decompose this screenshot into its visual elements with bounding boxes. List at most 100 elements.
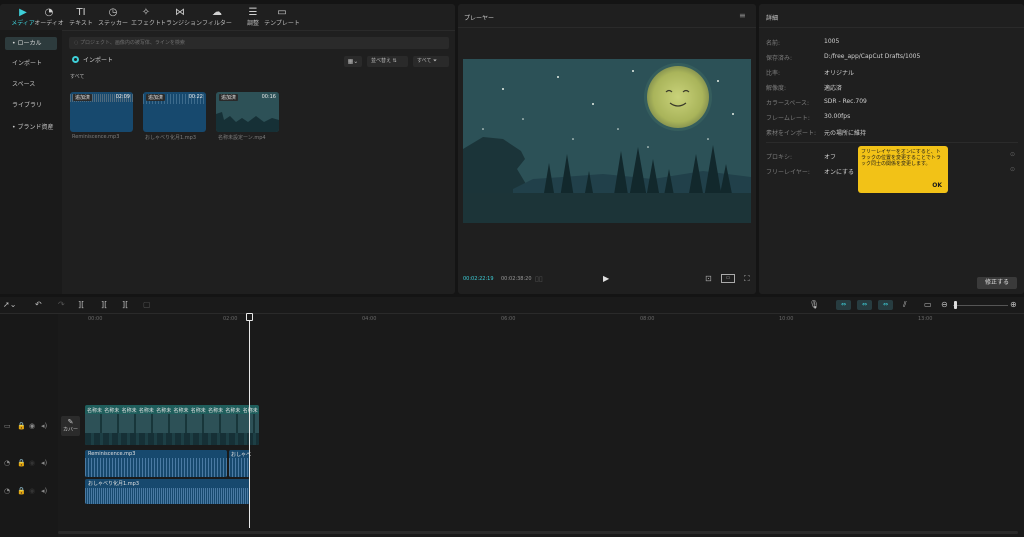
sidebar-item-space[interactable]: スペース [5,78,57,91]
name-value: 1005 [824,38,840,45]
colorspace-value: SDR - Rec.709 [824,98,867,105]
tab-label: テキスト [69,20,93,27]
audio2-eye-icon[interactable]: ◉ [29,487,35,495]
tab-filter[interactable]: ☁ フィルター [200,7,234,27]
video-track-icon: ▭ [4,422,11,430]
tab-sticker[interactable]: ◷ ステッカー [96,7,130,27]
link-toggle-icon[interactable]: ⇔ [836,300,851,310]
redo-icon[interactable]: ↷ [58,300,65,309]
mic-icon[interactable]: 🎙 [809,300,819,309]
cover-button[interactable]: ✎ カバー [61,416,80,436]
tab-label: トランジション [160,20,203,27]
media-item-reminiscence[interactable]: 追加済 02:09 [70,92,133,132]
sidebar-item-brand[interactable]: • ブランド資産 [5,121,57,134]
video-preview[interactable] [463,59,751,223]
freelayer-value[interactable]: オンにする [824,167,854,176]
split-right-icon[interactable]: ][ [122,300,128,309]
filter-button[interactable]: すべて ⏷ [413,56,449,67]
sidebar-item-library[interactable]: ライブラリ [5,99,57,112]
fit-icon[interactable]: ⊡ [705,274,712,283]
video-clip-frame-label: 名称未 [242,408,258,414]
resolution-value: 適応済 [824,85,843,92]
delete-icon[interactable]: ▢ [143,300,151,309]
audio-clip-label: おしゃべり化月1.mp3 [88,481,139,487]
tab-label: フィルター [202,20,232,27]
audio2-audio-icon[interactable]: ◂) [41,487,47,495]
saved-value: D:/free_app/CapCut Drafts/1005 [824,53,921,60]
playhead-line[interactable] [249,316,250,528]
view-toggle-button[interactable]: ▦⌄ [344,56,362,67]
sidebar-item-import[interactable]: インポート [5,57,57,70]
video-audio-icon[interactable]: ◂) [41,422,47,430]
tab-text[interactable]: TI テキスト [64,7,98,27]
audio-waveform [85,488,250,504]
playhead-handle[interactable] [246,313,253,321]
undo-icon[interactable]: ↶ [35,300,42,309]
audio1-audio-icon[interactable]: ◂) [41,459,47,467]
audio2-lock-icon[interactable]: 🔒 [17,487,26,495]
sort-label: 並べ替え [371,58,392,64]
preview-axis-icon[interactable]: ▭ [924,300,932,309]
player-title: プレーヤー [464,15,495,22]
select-tool-icon[interactable]: ➚⌄ [3,300,16,309]
fullscreen-icon[interactable]: ⛶ [744,274,750,284]
timeline-scrollbar[interactable] [58,531,1018,534]
tooltip-ok-button[interactable]: OK [932,183,942,189]
ratio-value: オリジナル [824,70,855,77]
import-material-value: 元の場所に維持 [824,130,867,137]
modify-button[interactable]: 修正する [977,277,1017,289]
media-item-oshaberi[interactable]: 追加済 00:22 [143,92,206,132]
audio1-eye-icon[interactable]: ◉ [29,459,35,467]
video-clip-frame-label: 名称未 [225,408,241,414]
video-lock-icon[interactable]: 🔒 [17,422,26,430]
video-clip-base [85,433,259,445]
details-divider [759,27,1024,28]
zoom-slider-handle[interactable] [954,301,957,309]
proxy-label: プロキシ: [766,154,793,161]
freelayer-info-icon[interactable]: ⊙ [1010,166,1015,173]
proxy-value[interactable]: オフ [824,152,836,161]
name-label: 名前: [766,40,781,47]
zoom-slider[interactable] [953,305,1008,306]
snap-toggle-icon[interactable]: ⇔ [878,300,893,310]
ruler-tick-3: 06:00 [501,316,516,322]
media-item-name: おしゃべり化月1.mp3 [145,135,196,141]
ratio-icon[interactable]: ▭ [721,274,735,283]
tab-transition[interactable]: ⋈ トランジション [160,7,203,27]
ruler-tick-0: 00:00 [88,316,103,322]
magnet-toggle-icon[interactable]: ⇔ [857,300,872,310]
player-menu-icon[interactable]: ≡ [739,11,746,20]
video-clip-frame-label: 名称未 [208,408,224,414]
import-radio-icon [72,56,79,63]
filter-label: すべて [417,58,432,64]
timecode-icon[interactable]: ▯▯ [535,275,543,283]
sort-button[interactable]: 並べ替え ⇅ [367,56,408,67]
media-item-video[interactable]: 追加済 00:16 [216,92,279,132]
zoom-out-icon[interactable]: ⊖ [941,300,948,309]
current-time: 00:02:22:19 [463,276,494,282]
saved-label: 保存済み: [766,55,793,62]
proxy-info-icon[interactable]: ⊙ [1010,151,1015,158]
split-center-icon[interactable]: ⫽ [903,300,907,310]
ruler-tick-1: 02:00 [223,316,238,322]
video-clip-frame-label: 名称未 [190,408,206,414]
sidebar-item-local[interactable]: • ローカル [5,37,57,50]
search-input[interactable]: ◌ プロジェクト、画像内の被写体、ラインを検索 [69,37,449,49]
video-eye-icon[interactable]: ◉ [29,422,35,430]
tab-audio[interactable]: ◔ オーディオ [32,7,66,27]
details-section-divider [766,142,1018,143]
added-badge: 追加済 [146,94,166,101]
play-button[interactable]: ▶ [603,274,609,283]
tab-effect[interactable]: ✧ エフェクト [129,7,163,27]
audio1-lock-icon[interactable]: 🔒 [17,459,26,467]
text-icon: TI [76,7,86,18]
import-button[interactable]: インポート [72,55,118,67]
video-clip-frame-label: 名称未 [104,408,120,414]
split-left-icon[interactable]: ][ [101,300,107,309]
tab-template[interactable]: ▭ テンプレート [262,7,302,27]
ruler-tick-2: 04:00 [362,316,377,322]
all-label: すべて [70,74,85,80]
duration: 02:09 [115,94,130,100]
split-icon[interactable]: ][ [78,300,84,309]
zoom-in-icon[interactable]: ⊕ [1010,300,1017,309]
